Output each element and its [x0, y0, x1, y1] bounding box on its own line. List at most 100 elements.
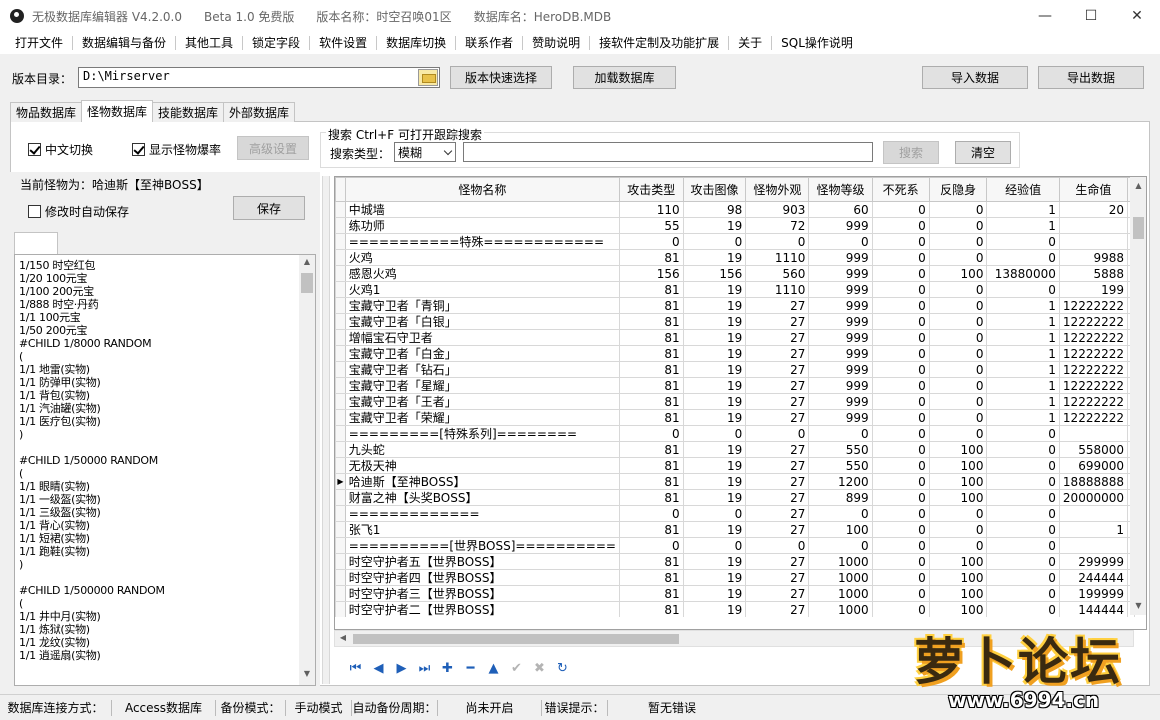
- table-row[interactable]: 时空守护者五【世界BOSS】 81 19 27 1000 0 100 0 299999: [335, 553, 1135, 570]
- table-cell[interactable]: 宝藏守卫者「钻石」: [344, 361, 620, 378]
- table-cell[interactable]: 0: [986, 601, 1060, 617]
- table-cell[interactable]: [1058, 537, 1129, 554]
- table-cell[interactable]: 0: [871, 585, 930, 602]
- table-cell[interactable]: 0: [871, 601, 930, 617]
- table-cell[interactable]: 27: [745, 601, 810, 617]
- table-cell[interactable]: 20000000: [1058, 489, 1129, 506]
- table-cell[interactable]: 九头蛇: [344, 441, 620, 458]
- table-cell[interactable]: 100: [808, 521, 873, 538]
- tab-skills[interactable]: 技能数据库: [152, 102, 225, 122]
- table-cell[interactable]: 12222222: [1058, 361, 1129, 378]
- table-cell[interactable]: 0: [928, 297, 988, 314]
- table-row[interactable]: 宝藏守卫者「王者」 81 19 27 999 0 0 1 12222222: [335, 393, 1135, 410]
- table-cell[interactable]: 81: [618, 441, 684, 458]
- table-cell[interactable]: 27: [745, 457, 810, 474]
- table-cell[interactable]: 0: [808, 425, 873, 442]
- table-row[interactable]: 增幅宝石守卫者 81 19 27 999 0 0 1 12222222: [335, 329, 1135, 346]
- table-cell[interactable]: 火鸡1: [344, 281, 620, 298]
- menu-item[interactable]: 接软件定制及功能扩展: [590, 36, 730, 50]
- column-header[interactable]: 反隐身: [928, 177, 988, 202]
- row-indicator[interactable]: [335, 473, 346, 490]
- table-cell[interactable]: 81: [618, 521, 684, 538]
- table-cell[interactable]: 0: [871, 441, 930, 458]
- row-indicator[interactable]: [335, 585, 346, 602]
- folder-icon[interactable]: [418, 69, 438, 86]
- scroll-up-icon[interactable]: ▲: [1130, 181, 1146, 190]
- table-cell[interactable]: =========[特殊系列]========: [344, 425, 620, 442]
- first-record-icon[interactable]: ⏮: [344, 658, 367, 678]
- table-row[interactable]: 宝藏守卫者「星耀」 81 19 27 999 0 0 1 12222222: [335, 377, 1135, 394]
- table-cell[interactable]: 27: [745, 409, 810, 426]
- insert-record-icon[interactable]: ✚: [436, 658, 459, 678]
- table-cell[interactable]: 0: [808, 537, 873, 554]
- table-cell[interactable]: ===========特殊============: [344, 233, 620, 250]
- table-cell[interactable]: 81: [618, 297, 684, 314]
- row-indicator[interactable]: [335, 361, 346, 378]
- table-cell[interactable]: 1: [986, 377, 1060, 394]
- row-indicator[interactable]: [335, 537, 346, 554]
- table-cell[interactable]: 100: [928, 457, 988, 474]
- table-cell[interactable]: 60: [808, 201, 873, 218]
- table-cell[interactable]: 999: [808, 281, 873, 298]
- table-cell[interactable]: 100: [928, 585, 988, 602]
- table-cell[interactable]: 19: [682, 329, 747, 346]
- table-cell[interactable]: 0: [618, 537, 684, 554]
- table-cell[interactable]: 哈迪斯【至神BOSS】: [344, 473, 620, 490]
- table-row[interactable]: 时空守护者二【世界BOSS】 81 19 27 1000 0 100 0 144444: [335, 601, 1135, 617]
- table-cell[interactable]: 0: [871, 489, 930, 506]
- table-cell[interactable]: 感恩火鸡: [344, 265, 620, 282]
- table-cell[interactable]: 0: [682, 233, 747, 250]
- table-cell[interactable]: 199: [1058, 281, 1129, 298]
- table-cell[interactable]: 1: [986, 329, 1060, 346]
- table-cell[interactable]: 0: [871, 521, 930, 538]
- table-cell[interactable]: 0: [986, 441, 1060, 458]
- table-cell[interactable]: 0: [928, 345, 988, 362]
- table-cell[interactable]: 0: [871, 233, 930, 250]
- table-cell[interactable]: 81: [618, 345, 684, 362]
- menu-item[interactable]: 赞助说明: [523, 36, 591, 50]
- table-row[interactable]: 宝藏守卫者「荣耀」 81 19 27 999 0 0 1 12222222: [335, 409, 1135, 426]
- table-cell[interactable]: 19: [682, 393, 747, 410]
- table-cell[interactable]: 27: [745, 329, 810, 346]
- menu-item[interactable]: 打开文件: [6, 36, 74, 50]
- table-cell[interactable]: 1: [1058, 521, 1129, 538]
- search-type-select[interactable]: 模糊: [394, 142, 456, 162]
- table-cell[interactable]: 27: [745, 393, 810, 410]
- table-row[interactable]: ===========特殊============ 0 0 0 0 0 0 0: [335, 233, 1135, 250]
- table-cell[interactable]: 19: [682, 409, 747, 426]
- table-cell[interactable]: 19: [682, 249, 747, 266]
- table-row[interactable]: 财富之神【头奖BOSS】 81 19 27 899 0 100 0 20000000: [335, 489, 1135, 506]
- menu-item[interactable]: 软件设置: [310, 36, 378, 50]
- table-cell[interactable]: 81: [618, 281, 684, 298]
- table-cell[interactable]: 时空守护者五【世界BOSS】: [344, 553, 620, 570]
- menu-item[interactable]: 数据库切换: [377, 36, 457, 50]
- row-indicator[interactable]: [335, 233, 346, 250]
- table-cell[interactable]: 0: [928, 393, 988, 410]
- table-cell[interactable]: 5888: [1058, 265, 1129, 282]
- menu-item[interactable]: 其他工具: [176, 36, 244, 50]
- table-cell[interactable]: 0: [986, 249, 1060, 266]
- table-cell[interactable]: 81: [618, 601, 684, 617]
- table-cell[interactable]: 20: [1058, 201, 1129, 218]
- table-cell[interactable]: 0: [928, 233, 988, 250]
- table-row[interactable]: 时空守护者三【世界BOSS】 81 19 27 1000 0 100 0 199999: [335, 585, 1135, 602]
- maximize-icon[interactable]: ☐: [1068, 0, 1114, 32]
- table-cell[interactable]: 13880000: [986, 265, 1060, 282]
- table-cell[interactable]: 0: [871, 425, 930, 442]
- table-cell[interactable]: 72: [745, 217, 810, 234]
- table-cell[interactable]: 81: [618, 489, 684, 506]
- table-cell[interactable]: 0: [808, 233, 873, 250]
- show-drops-checkbox[interactable]: 显示怪物爆率: [132, 141, 221, 158]
- table-cell[interactable]: 12222222: [1058, 377, 1129, 394]
- table-cell[interactable]: 财富之神【头奖BOSS】: [344, 489, 620, 506]
- column-header[interactable]: 不死系: [871, 177, 930, 202]
- tab-monsters[interactable]: 怪物数据库: [81, 100, 154, 122]
- table-cell[interactable]: 19: [682, 281, 747, 298]
- table-cell[interactable]: ==========[世界BOSS]==========: [344, 537, 620, 554]
- column-header[interactable]: 经验值: [986, 177, 1060, 202]
- table-cell[interactable]: 宝藏守卫者「王者」: [344, 393, 620, 410]
- refresh-icon[interactable]: ↻: [551, 658, 574, 678]
- table-row[interactable]: 练功师 55 19 72 999 0 0 1: [335, 217, 1135, 234]
- table-cell[interactable]: 299999: [1058, 553, 1129, 570]
- post-record-icon[interactable]: ✔: [505, 658, 528, 678]
